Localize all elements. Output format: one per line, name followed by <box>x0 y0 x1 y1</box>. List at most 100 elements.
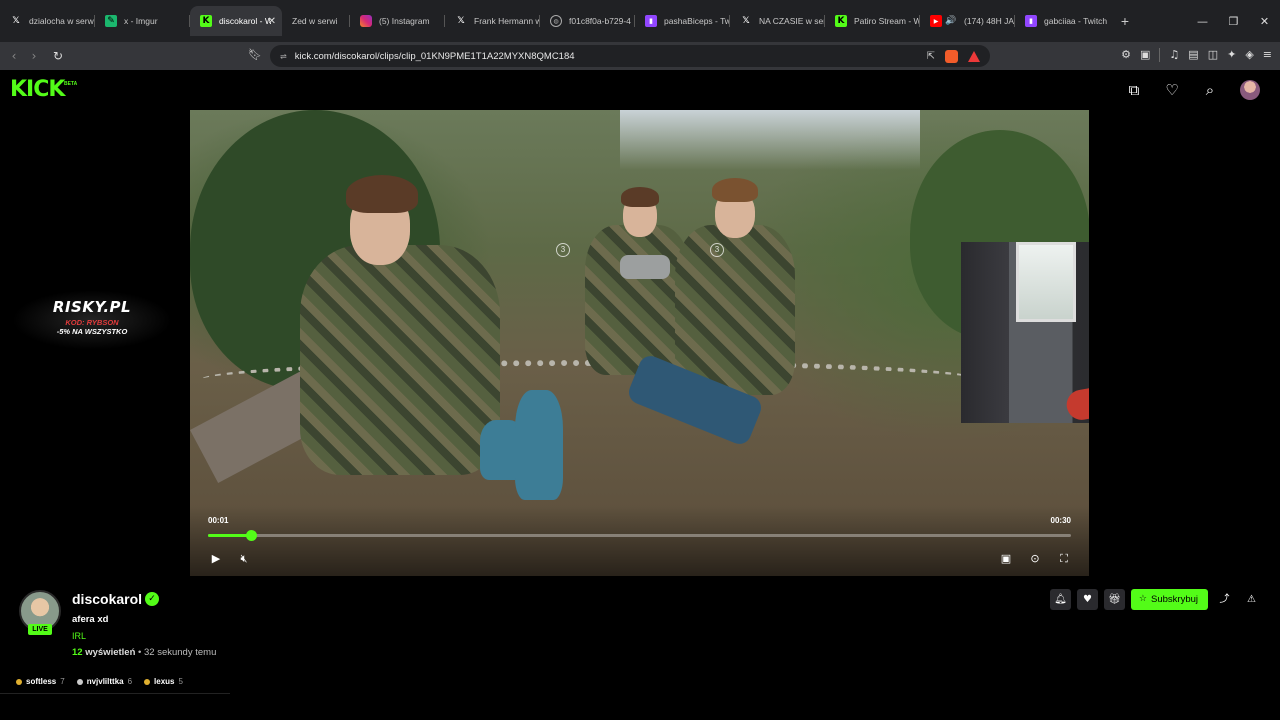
webcam-arm <box>1064 371 1089 423</box>
browser-tab[interactable]: ▮ pashaBiceps - Tw <box>635 6 730 36</box>
user-avatar[interactable] <box>1240 80 1260 100</box>
play-icon[interactable]: ▶ <box>208 551 224 567</box>
view-stats: 12 wyświetleń • 32 sekundy temu <box>72 647 216 658</box>
share-icon[interactable]: ⤴ <box>1214 589 1235 610</box>
instagram-icon <box>360 15 372 27</box>
video-player[interactable]: 3 3 00:01 00:30 ▶ 🔇︎ ▣ ⊙ ⛶ <box>190 110 1089 576</box>
screenshot-icon[interactable]: ▣ <box>1140 48 1150 62</box>
site-info-icon[interactable]: ⇌ <box>280 52 287 61</box>
twitch-icon: ▮ <box>1025 15 1037 27</box>
seek-bar[interactable] <box>208 530 1071 541</box>
badge-icon <box>144 678 151 685</box>
site-header: KICK BETA ⧉ ♡ ⌕ <box>0 70 1280 110</box>
mute-icon[interactable]: 🔇︎ <box>236 551 252 567</box>
browser-tab[interactable]: 𝕏 NA CZASIE w serw <box>730 6 825 36</box>
live-badge: LIVE <box>28 624 52 635</box>
video-scene-sky <box>620 110 920 170</box>
browser-tab[interactable]: ◍ f01c8f0a-b729-4 <box>540 6 635 36</box>
share-icon[interactable]: ⇱ <box>927 51 935 62</box>
notification-bell-icon[interactable]: 🔔︎ <box>1049 589 1071 610</box>
tab-label: Patiro Stream - W <box>854 16 920 26</box>
video-person-body <box>675 225 795 395</box>
browser-tab[interactable]: ✎ x - Imgur <box>95 6 190 36</box>
address-bar[interactable]: ⇌ kick.com/discokarol/clips/clip_01KN9PM… <box>270 45 990 67</box>
extensions-icon[interactable]: ⚙ <box>1121 48 1131 62</box>
supporter-count: 5 <box>178 677 183 686</box>
browser-tab[interactable]: 𝕏 Frank Hermann w <box>445 6 540 36</box>
verified-icon: ✓ <box>145 592 159 606</box>
gift-icon[interactable]: 🎁︎ <box>1103 589 1125 610</box>
minimize-icon[interactable]: — <box>1187 15 1218 28</box>
menu-icon[interactable]: ≡ <box>1263 48 1272 62</box>
url-text: kick.com/discokarol/clips/clip_01KN9PME1… <box>294 50 575 62</box>
imgur-icon: ✎ <box>105 15 117 27</box>
restore-icon[interactable]: ❐ <box>1218 15 1249 28</box>
youtube-icon: ▶ <box>930 15 942 27</box>
sponsor-ad[interactable]: RISKY.PL KOD: RYBSON -5% NA WSZYSTKO <box>12 290 172 350</box>
x-icon: 𝕏 <box>742 16 750 26</box>
brave-shields-icon[interactable] <box>945 49 958 63</box>
browser-tab[interactable]: K Patiro Stream - W <box>825 6 920 36</box>
header-actions: ⧉ ♡ ⌕ <box>1126 80 1260 100</box>
kick-logo[interactable]: KICK <box>10 78 65 102</box>
supporter-chip[interactable]: nvjvlilttka 6 <box>76 677 132 686</box>
media-icon[interactable]: ♫ <box>1169 48 1179 62</box>
window-controls: — ❐ ✕ <box>1187 0 1280 42</box>
category-link[interactable]: IRL <box>72 631 86 641</box>
video-watermark-icon: 3 <box>710 243 724 257</box>
clips-icon[interactable]: ⧉ <box>1126 81 1142 99</box>
browser-tabstrip: 𝕏 dzialocha w serw ✎ x - Imgur K discoka… <box>0 0 1280 42</box>
subscribe-label: Subskrybuj <box>1151 594 1198 605</box>
tab-label: gabciiaa - Twitch <box>1044 16 1108 26</box>
brave-rewards-icon[interactable] <box>968 50 980 62</box>
reload-icon[interactable]: ↻ <box>48 49 68 63</box>
supporter-count: 7 <box>60 677 65 686</box>
browser-tab-active[interactable]: K discokarol - W ✕ <box>190 6 282 36</box>
webcam-window <box>1016 242 1076 322</box>
supporter-chip[interactable]: softless 7 <box>16 677 65 686</box>
search-icon[interactable]: ⌕ <box>1202 81 1218 99</box>
badge-icon <box>76 678 83 685</box>
tab-label: Frank Hermann w <box>474 16 540 26</box>
new-tab-button[interactable]: + <box>1114 13 1136 29</box>
current-time: 00:01 <box>208 516 229 525</box>
tab-label: Zed w serwi <box>292 16 338 26</box>
browser-tab[interactable]: (5) Instagram <box>350 6 445 36</box>
tab-label: (174) 48H JAI <box>964 16 1015 26</box>
view-count: 12 <box>72 647 83 658</box>
player-controls-overlay <box>190 506 1089 576</box>
video-scene-bag <box>515 390 563 500</box>
leo-ai-icon[interactable]: ✦ <box>1227 48 1236 62</box>
clip-actions: 🔔︎ ♥ 🎁︎ ☆ Subskrybuj ⤴ ⚠ <box>1049 589 1262 610</box>
sidebar-icon[interactable]: ▤ <box>1188 48 1198 62</box>
views-label: wyświetleń <box>85 647 136 658</box>
channel-name[interactable]: discokarol <box>72 591 142 607</box>
supporter-chip[interactable]: lexus 5 <box>144 677 183 686</box>
tab-label: (5) Instagram <box>379 16 430 26</box>
browser-tab[interactable]: ▮ gabciiaa - Twitch <box>1015 6 1110 36</box>
extension-icons: ⚙ ▣ ♫ ▤ ◫ ✦ ◈ ≡ <box>1121 48 1272 62</box>
supporter-name: lexus <box>154 677 175 686</box>
forward-icon[interactable]: › <box>24 49 44 63</box>
close-tab-icon[interactable]: ✕ <box>268 16 276 27</box>
subscribe-star-icon: ☆ <box>1138 594 1147 604</box>
browser-tab[interactable]: 𝕏 dzialocha w serw <box>0 6 95 36</box>
miniplayer-icon[interactable]: ▣ <box>998 551 1014 567</box>
subscribe-button[interactable]: ☆ Subskrybuj <box>1130 589 1208 610</box>
back-icon[interactable]: ‹ <box>4 49 24 63</box>
follow-heart-icon[interactable]: ♥ <box>1076 589 1098 610</box>
bookmark-icon[interactable]: 🔖︎ <box>248 48 262 61</box>
close-window-icon[interactable]: ✕ <box>1249 15 1280 28</box>
report-icon[interactable]: ⚠ <box>1241 589 1262 610</box>
following-heart-icon[interactable]: ♡ <box>1164 81 1180 99</box>
vpn-icon[interactable]: ◈ <box>1245 48 1253 62</box>
playback-speed-icon[interactable]: ⊙ <box>1027 551 1043 567</box>
clip-title: afera xd <box>72 614 109 625</box>
fullscreen-icon[interactable]: ⛶ <box>1056 551 1072 567</box>
ad-brand: RISKY.PL <box>52 298 132 316</box>
browser-tab[interactable]: Zed w serwi <box>282 6 350 36</box>
wallet-icon[interactable]: ◫ <box>1208 48 1218 62</box>
browser-tab[interactable]: ▶ 🔊 (174) 48H JAI <box>920 6 1015 36</box>
toolbar-divider <box>1159 48 1161 62</box>
tab-label: dzialocha w serw <box>29 16 94 26</box>
